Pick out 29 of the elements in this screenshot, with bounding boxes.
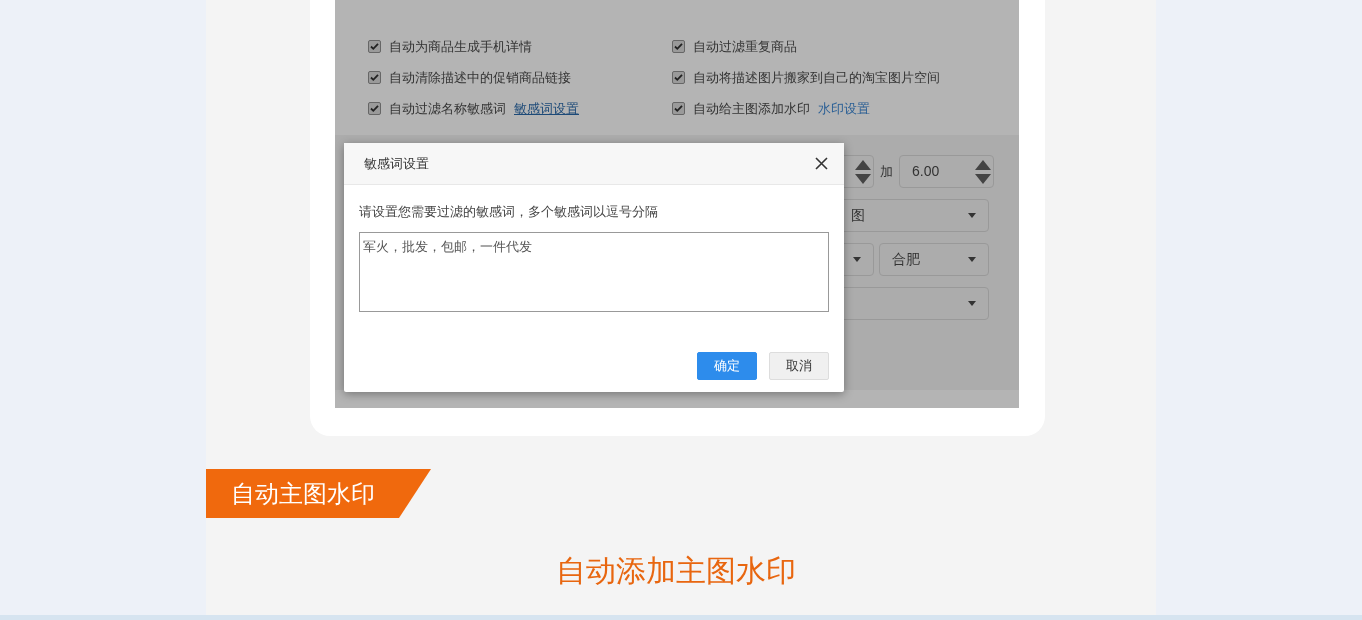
dialog-instruction: 请设置您需要过滤的敏感词，多个敏感词以逗号分隔 [359, 203, 659, 221]
checkbox-label: 自动过滤重复商品 [693, 37, 797, 56]
checkbox[interactable] [368, 102, 381, 115]
checkbox[interactable] [368, 40, 381, 53]
checkbox-label: 自动清除描述中的促销商品链接 [389, 68, 571, 87]
checkbox-label: 自动给主图添加水印 [693, 99, 810, 118]
checkbox[interactable] [672, 71, 685, 84]
caret-icon [853, 257, 861, 262]
settings-link[interactable]: 水印设置 [818, 98, 870, 119]
cancel-button[interactable]: 取消 [769, 352, 829, 380]
textarea-field[interactable]: 军火，批发，包邮，一件代发 [359, 232, 829, 312]
number-field[interactable]: 6.00 [899, 155, 994, 188]
checkbox[interactable] [368, 71, 381, 84]
caret-icon [968, 301, 976, 306]
checkbox-label: 自动为商品生成手机详情 [389, 37, 532, 56]
close-icon[interactable] [815, 157, 828, 170]
caret-icon [968, 213, 976, 218]
dialog-title: 敏感词设置 [364, 154, 429, 173]
checkbox[interactable] [672, 40, 685, 53]
checkbox[interactable] [672, 102, 685, 115]
checkbox-label: 自动过滤名称敏感词 [389, 99, 506, 118]
settings-link[interactable]: 敏感词设置 [514, 98, 579, 119]
section-banner: 自动主图水印 [206, 469, 431, 518]
caret-icon [968, 257, 976, 262]
checkbox-label: 自动将描述图片搬家到自己的淘宝图片空间 [693, 68, 940, 87]
confirm-button[interactable]: 确定 [697, 352, 757, 380]
select-field[interactable]: 合肥 [879, 243, 989, 276]
section-heading: 自动添加主图水印 [556, 553, 796, 589]
field-label: 加 [879, 162, 894, 181]
